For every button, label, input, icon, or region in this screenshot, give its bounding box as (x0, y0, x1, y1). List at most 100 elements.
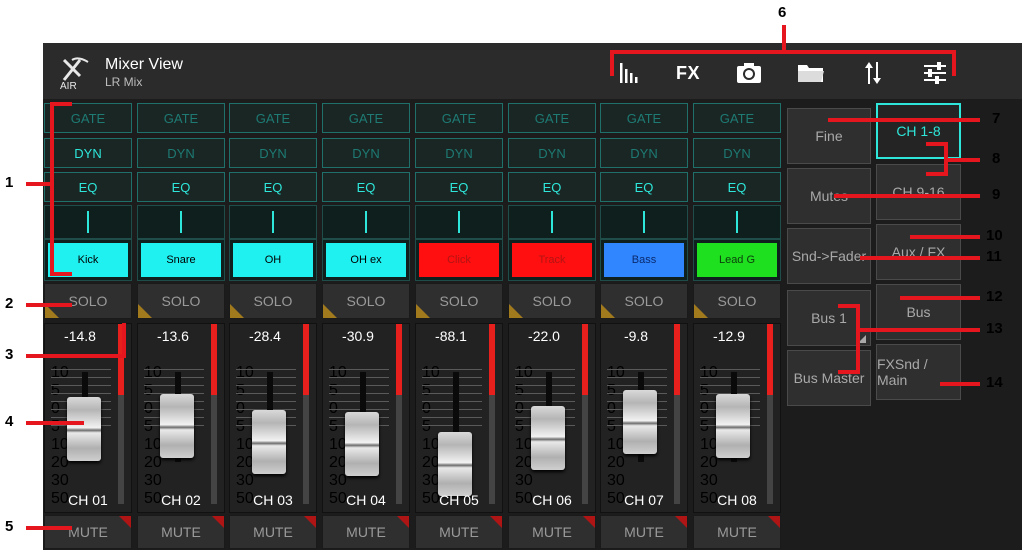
channel-name-area[interactable]: Track (508, 239, 596, 281)
gate-button[interactable]: GATE (693, 103, 781, 133)
pan-indicator (458, 211, 460, 233)
gate-button[interactable]: GATE (44, 103, 132, 133)
channel-number-label: CH 07 (624, 492, 664, 508)
channel-name-area[interactable]: Click (415, 239, 503, 281)
mute-button[interactable]: MUTE (229, 515, 317, 549)
channel-name-area[interactable]: Snare (137, 239, 225, 281)
channel-name-area[interactable]: Bass (600, 239, 688, 281)
scale-gridline (422, 385, 482, 386)
channel-name-area[interactable]: OH ex (322, 239, 410, 281)
pan-knob[interactable] (600, 205, 688, 239)
pan-knob[interactable] (322, 205, 410, 239)
fader-knob[interactable] (67, 397, 101, 461)
meter-fill (211, 324, 217, 395)
mute-button[interactable]: MUTE (322, 515, 410, 549)
solo-button[interactable]: SOLO (693, 283, 781, 319)
fader-knob[interactable] (160, 394, 194, 458)
annotation-bracket (50, 272, 72, 276)
solo-button[interactable]: SOLO (137, 283, 225, 319)
fader-knob[interactable] (345, 412, 379, 476)
dyn-button[interactable]: DYN (693, 138, 781, 168)
eq-button[interactable]: EQ (229, 172, 317, 202)
scale-tick-label: 30 (144, 472, 162, 489)
fader-knob[interactable] (531, 406, 565, 470)
solo-button[interactable]: SOLO (508, 283, 596, 319)
eq-button[interactable]: EQ (137, 172, 225, 202)
channel-name-area[interactable]: Lead G (693, 239, 781, 281)
folder-icon[interactable] (794, 60, 828, 86)
scale-gridline (422, 369, 482, 370)
solo-button[interactable]: SOLO (600, 283, 688, 319)
page-title: Mixer View (105, 56, 183, 73)
ch1-8-button[interactable]: CH 1-8 (876, 103, 961, 159)
level-meter (767, 324, 773, 504)
scale-tick-label: 30 (515, 472, 533, 489)
dyn-button[interactable]: DYN (600, 138, 688, 168)
transfer-arrows-icon[interactable] (856, 60, 890, 86)
gate-button[interactable]: GATE (322, 103, 410, 133)
pan-knob[interactable] (44, 205, 132, 239)
pan-knob[interactable] (229, 205, 317, 239)
solo-button[interactable]: SOLO (229, 283, 317, 319)
meter-bars-icon[interactable] (612, 60, 646, 86)
fader-knob[interactable] (438, 432, 472, 496)
snd-fader-button[interactable]: Snd->Fader (787, 228, 871, 284)
fxsnd-main-button[interactable]: FXSnd / Main (876, 344, 961, 400)
fader-knob[interactable] (623, 390, 657, 454)
annotation-line (900, 296, 980, 300)
eq-button[interactable]: EQ (693, 172, 781, 202)
annotation-bracket (50, 102, 54, 276)
gate-button[interactable]: GATE (600, 103, 688, 133)
dyn-button[interactable]: DYN (508, 138, 596, 168)
mute-button[interactable]: MUTE (415, 515, 503, 549)
solo-button[interactable]: SOLO (322, 283, 410, 319)
eq-button[interactable]: EQ (600, 172, 688, 202)
pan-knob[interactable] (137, 205, 225, 239)
dyn-button[interactable]: DYN (229, 138, 317, 168)
eq-button[interactable]: EQ (508, 172, 596, 202)
annotation-line (26, 354, 126, 358)
annotation-line (910, 235, 980, 239)
pan-knob[interactable] (415, 205, 503, 239)
dyn-button[interactable]: DYN (415, 138, 503, 168)
sliders-icon[interactable] (918, 60, 952, 86)
bus-select-label: Bus 1 (811, 310, 847, 326)
solo-corner-icon (509, 304, 523, 318)
fader-knob[interactable] (716, 394, 750, 458)
mute-label: MUTE (346, 524, 386, 540)
scale-gridline (236, 393, 296, 394)
solo-button[interactable]: SOLO (415, 283, 503, 319)
gate-button[interactable]: GATE (508, 103, 596, 133)
fine-button[interactable]: Fine (787, 108, 871, 164)
pan-knob[interactable] (508, 205, 596, 239)
mute-button[interactable]: MUTE (508, 515, 596, 549)
ch9-16-button[interactable]: CH 9-16 (876, 164, 961, 220)
mute-button[interactable]: MUTE (137, 515, 225, 549)
callout-number: 2 (5, 295, 14, 312)
fader-knob[interactable] (252, 410, 286, 474)
gate-button[interactable]: GATE (415, 103, 503, 133)
scale-gridline (329, 401, 389, 402)
mute-label: MUTE (68, 524, 108, 540)
mute-button[interactable]: MUTE (44, 515, 132, 549)
dyn-button[interactable]: DYN (322, 138, 410, 168)
gate-button[interactable]: GATE (229, 103, 317, 133)
eq-button[interactable]: EQ (44, 172, 132, 202)
eq-button[interactable]: EQ (415, 172, 503, 202)
scale-gridline (329, 385, 389, 386)
callout-number: 8 (992, 150, 1001, 167)
eq-button[interactable]: EQ (322, 172, 410, 202)
camera-icon[interactable] (732, 60, 766, 86)
annotation-line (26, 526, 72, 530)
aux-fx-button[interactable]: Aux / FX (876, 224, 961, 280)
dyn-button[interactable]: DYN (137, 138, 225, 168)
fx-icon[interactable]: FX (671, 60, 705, 86)
mute-button[interactable]: MUTE (600, 515, 688, 549)
solo-button[interactable]: SOLO (44, 283, 132, 319)
mute-button[interactable]: MUTE (693, 515, 781, 549)
scale-gridline (329, 369, 389, 370)
gate-button[interactable]: GATE (137, 103, 225, 133)
pan-knob[interactable] (693, 205, 781, 239)
dyn-button[interactable]: DYN (44, 138, 132, 168)
channel-name-area[interactable]: OH (229, 239, 317, 281)
